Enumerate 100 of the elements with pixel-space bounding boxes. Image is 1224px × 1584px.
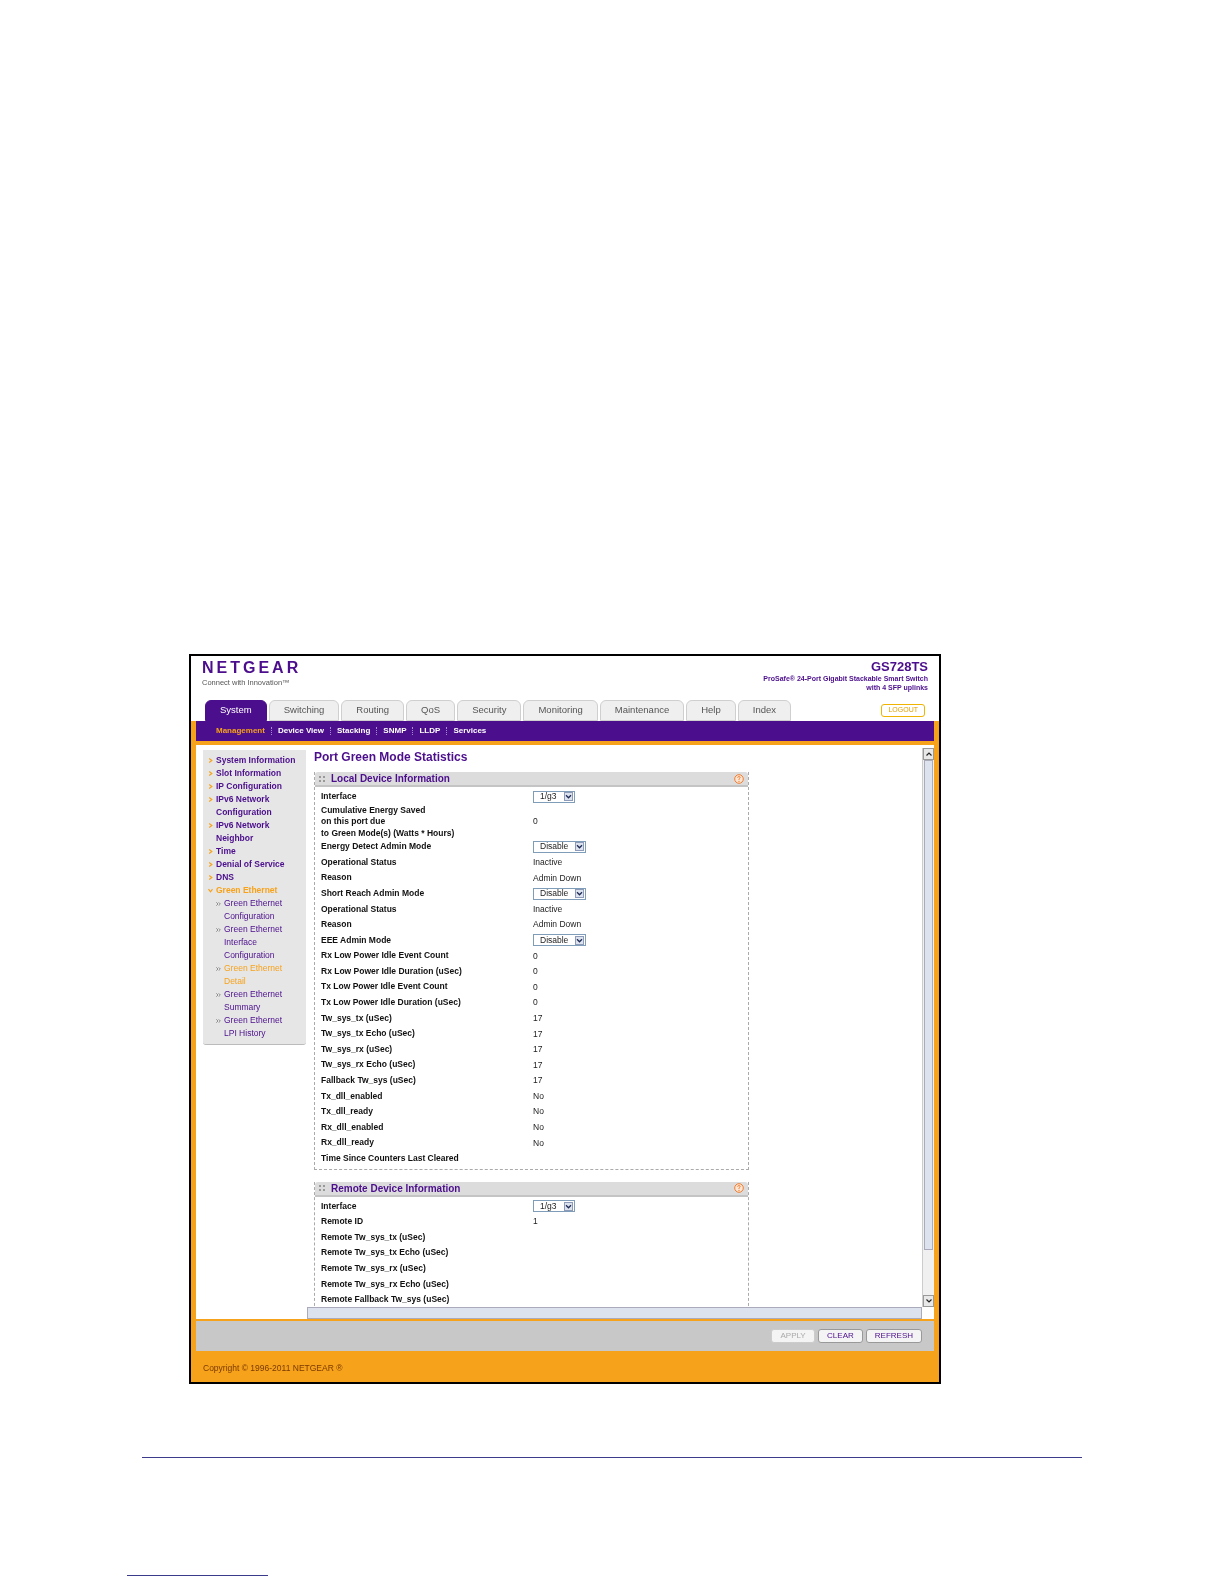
page-title: Port Green Mode Statistics <box>314 749 469 766</box>
sidebar-subitem[interactable]: Green Ethernet LPI History <box>224 1014 292 1040</box>
subnav-link[interactable]: SNMP <box>383 725 407 737</box>
help-icon[interactable] <box>734 773 744 784</box>
sidebar-subitem[interactable]: Green Ethernet Configuration <box>224 897 292 923</box>
nav-tab[interactable]: System <box>205 700 267 721</box>
double-chevron-icon <box>216 993 221 997</box>
nav-tab[interactable]: Index <box>737 700 791 721</box>
action-button[interactable]: CLEAR <box>818 1329 863 1343</box>
sidebar-subitem[interactable]: Green Ethernet Interface Configuration <box>224 923 292 962</box>
nav-tab[interactable]: Maintenance <box>599 700 685 721</box>
nav-tab[interactable]: Routing <box>341 700 405 721</box>
double-chevron-icon <box>216 1019 221 1023</box>
field-label: Remote Tw_sys_tx (uSec) <box>321 1231 426 1244</box>
sidebar-item[interactable]: IP Configuration <box>216 780 298 793</box>
field-value: No <box>533 1106 544 1118</box>
field-value: No <box>533 1122 544 1134</box>
model-name: GS728TS <box>870 659 928 674</box>
field-value: 0 <box>533 950 538 962</box>
nav-tab[interactable]: Security <box>457 700 522 721</box>
field-label: Remote Tw_sys_rx Echo (uSec) <box>321 1278 449 1291</box>
field-label: Cumulative Energy Saved on this port due to Green Mode(s) (Watts * Hours) <box>321 804 455 840</box>
double-chevron-icon <box>216 967 221 971</box>
field-value: 17 <box>533 1028 543 1040</box>
field-label: Interface <box>321 791 357 803</box>
scroll-down-icon[interactable] <box>925 1299 932 1303</box>
field-label: Tx Low Power Idle Duration (uSec) <box>321 997 461 1009</box>
field-value: Admin Down <box>533 872 582 884</box>
section-title: Local Device Information <box>331 772 450 786</box>
field-value: 0 <box>533 981 538 993</box>
field-label: Interface <box>321 1200 357 1213</box>
field-label: Tx_dll_enabled <box>321 1090 383 1103</box>
field-value: 1 <box>533 1216 538 1228</box>
subnav-link[interactable]: Device View <box>277 725 324 737</box>
vertical-scrollbar[interactable] <box>922 748 934 1307</box>
horizontal-scrollbar[interactable] <box>307 1307 922 1319</box>
section-title: Remote Device Information <box>331 1181 461 1196</box>
sidebar-item[interactable]: DNS <box>216 871 298 884</box>
caret-icon <box>575 935 585 945</box>
field-label: Remote Fallback Tw_sys (uSec) <box>321 1294 450 1306</box>
sidebar-subitem[interactable]: Green Ethernet Summary <box>224 988 292 1014</box>
field-label: Tx_dll_ready <box>321 1106 373 1118</box>
field-label: Rx_dll_enabled <box>321 1121 384 1134</box>
dropdown[interactable]: Disable <box>533 934 587 947</box>
caret-icon <box>575 842 585 852</box>
nav-tab[interactable]: Monitoring <box>523 700 598 721</box>
field-label: Tw_sys_rx (uSec) <box>321 1043 393 1056</box>
double-chevron-icon <box>216 928 221 932</box>
field-label: Reason <box>321 872 352 884</box>
sidebar-item[interactable]: IPv6 Network Neighbor <box>216 819 298 845</box>
field-label: Rx Low Power Idle Event Count <box>321 950 449 962</box>
sidebar-item[interactable]: System Information <box>216 754 298 767</box>
sidebar-item[interactable]: Denial of Service <box>216 858 298 871</box>
field-label: Fallback Tw_sys (uSec) <box>321 1075 416 1087</box>
dropdown[interactable]: 1/g3 <box>533 1200 575 1213</box>
nav-tab[interactable]: Help <box>686 700 736 721</box>
field-value: 0 <box>533 816 538 828</box>
dropdown[interactable]: 1/g3 <box>533 790 575 803</box>
field-value: No <box>533 1090 544 1102</box>
field-label: Operational Status <box>321 856 397 869</box>
subnav-link[interactable]: Services <box>453 725 487 737</box>
sidebar-item[interactable]: Slot Information <box>216 767 298 780</box>
double-chevron-icon <box>216 902 221 906</box>
field-label: Tx Low Power Idle Event Count <box>321 981 448 993</box>
field-label: Tw_sys_tx (uSec) <box>321 1012 392 1025</box>
sidebar-item[interactable]: Time <box>216 845 298 858</box>
field-label: Tw_sys_rx Echo (uSec) <box>321 1059 416 1071</box>
field-label: Short Reach Admin Mode <box>321 887 425 900</box>
field-value: Inactive <box>533 903 563 915</box>
nav-tab[interactable]: Switching <box>268 700 340 721</box>
field-value: No <box>533 1137 544 1149</box>
nav-tab[interactable]: QoS <box>406 700 456 721</box>
logo: NETGEAR <box>202 659 302 677</box>
field-label: Reason <box>321 919 352 931</box>
help-icon[interactable] <box>734 1183 744 1194</box>
subnav-link[interactable]: LLDP <box>419 725 441 737</box>
field-value: 17 <box>533 1044 543 1056</box>
field-label: Remote ID <box>321 1216 364 1228</box>
action-button[interactable]: REFRESH <box>865 1329 922 1343</box>
copyright-text: Copyright © 1996-2011 NETGEAR ® <box>203 1363 343 1373</box>
dropdown[interactable]: Disable <box>533 887 587 900</box>
field-value: 17 <box>533 1075 543 1087</box>
field-label: Operational Status <box>321 903 397 915</box>
field-label: EEE Admin Mode <box>321 934 392 947</box>
caret-icon <box>575 889 585 899</box>
scroll-up-icon[interactable] <box>925 752 932 756</box>
field-value: Inactive <box>533 857 563 868</box>
caret-icon <box>563 1201 573 1211</box>
field-label: Energy Detect Admin Mode <box>321 841 432 853</box>
field-value: 17 <box>533 1012 543 1024</box>
grip-icon <box>319 1185 325 1192</box>
dropdown[interactable]: Disable <box>533 840 587 853</box>
field-label: Tw_sys_tx Echo (uSec) <box>321 1028 415 1040</box>
sidebar-item[interactable]: IPv6 Network Configuration <box>216 793 298 819</box>
subnav-link[interactable]: Management <box>216 725 265 737</box>
subnav-link[interactable]: Stacking <box>337 725 371 737</box>
caret-icon <box>563 792 573 802</box>
field-label: Rx_dll_ready <box>321 1137 374 1149</box>
grip-icon <box>319 775 325 782</box>
field-label: Remote Tw_sys_rx (uSec) <box>321 1263 426 1275</box>
